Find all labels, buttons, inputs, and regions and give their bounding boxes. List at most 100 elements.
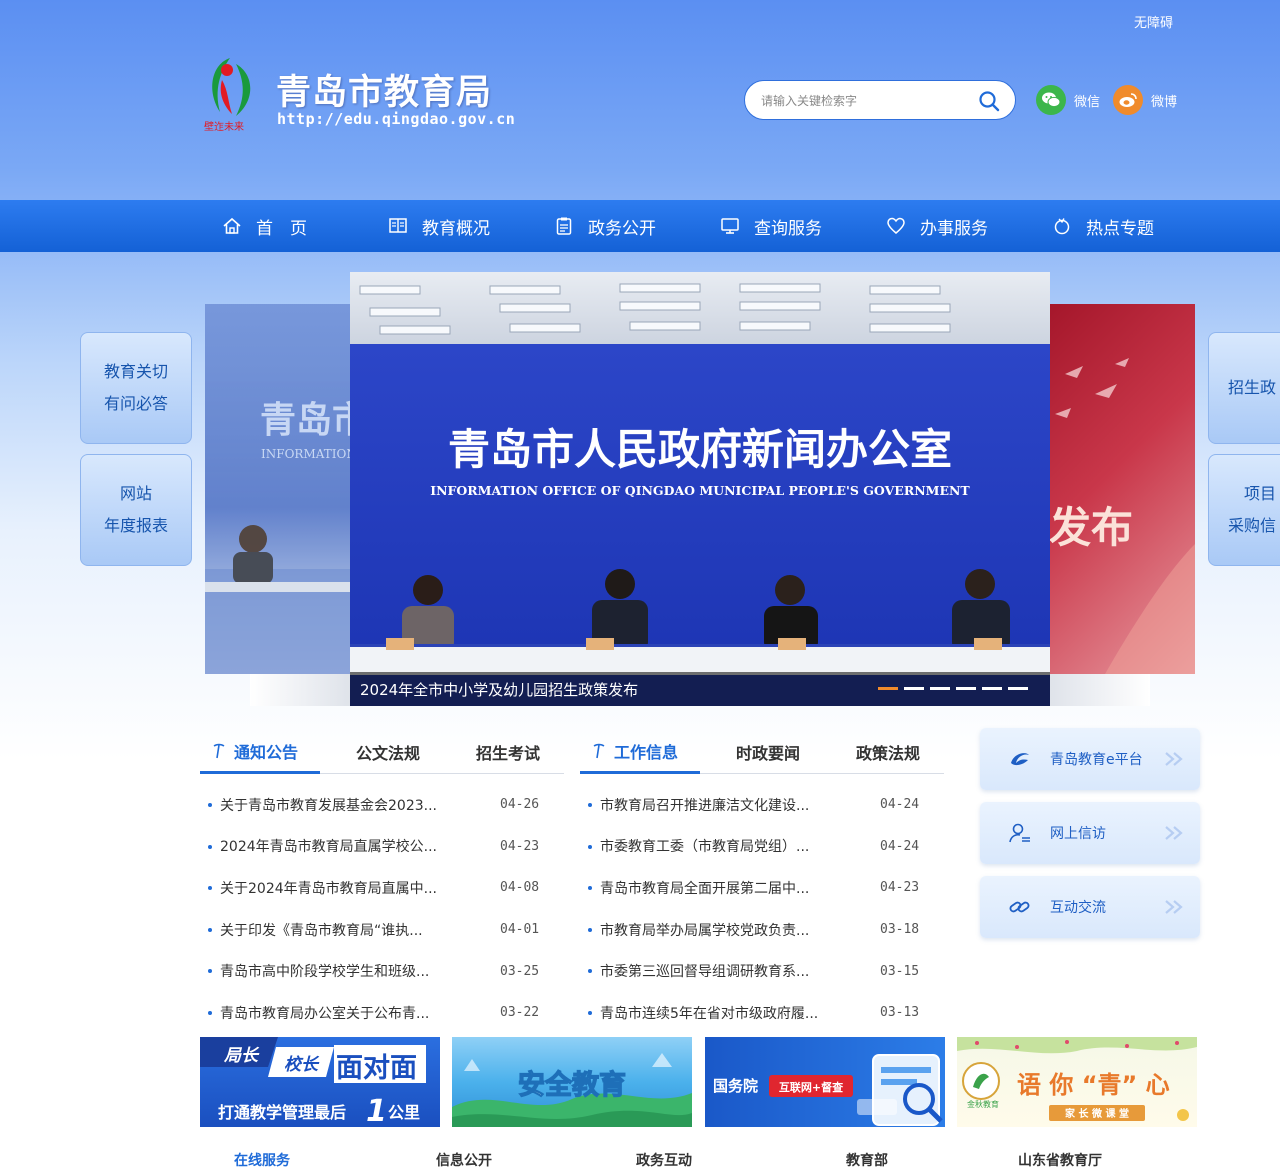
news-title[interactable]: 青岛市教育局办公室关于公布青... [220,1003,456,1023]
news-title[interactable]: 青岛市高中阶段学校学生和班级... [220,961,456,981]
news-title[interactable]: 关于青岛市教育发展基金会2023... [220,795,456,815]
list-item[interactable]: 2024年青岛市教育局直属学校公... 04-23 [200,826,540,868]
svg-text:国务院: 国务院 [713,1077,758,1095]
weibo-icon [1113,85,1143,115]
bottom-tab-online-service[interactable]: 在线服务 [212,1150,290,1167]
news-title[interactable]: 2024年青岛市教育局直属学校公... [220,836,456,856]
news-tabs-left: 通知公告 公文法规 招生考试 [200,730,564,774]
bottom-tab-ministry[interactable]: 教育部 [846,1150,888,1167]
news-title[interactable]: 关于印发《青岛市教育局“谁执... [220,920,456,940]
tab-documents[interactable]: 公文法规 [356,730,420,773]
pin-icon [593,743,605,758]
double-chevron-right-icon [1165,900,1183,914]
e-platform-icon [1011,753,1029,766]
wechat-label: 微信 [1074,94,1101,110]
news-title[interactable]: 市委教育工委（市教育局党组）... [600,836,836,856]
list-item[interactable]: 青岛市教育局全面开展第二届中... 04-23 [580,867,920,909]
nav-item-service[interactable]: 办事服务 [886,200,988,252]
heart-icon [887,217,905,234]
news-date: 04-08 [500,880,540,896]
slide-dot[interactable] [1008,687,1028,690]
slide-preview-left[interactable]: 青岛市 INFORMATION [205,304,368,674]
svg-text:校长: 校长 [284,1055,320,1075]
bureau-emblem-icon: 壁迮未来 [204,58,251,133]
bottom-tab-gov-interaction[interactable]: 政务互动 [636,1150,692,1167]
list-item[interactable]: 关于印发《青岛市教育局“谁执... 04-01 [200,909,540,951]
slide-dot[interactable] [930,687,950,690]
weibo-link[interactable]: 微博 [1113,84,1177,116]
news-date: 04-23 [500,838,540,854]
list-item[interactable]: 市委教育工委（市教育局党组）... 04-24 [580,826,920,868]
news-title[interactable]: 市教育局召开推进廉洁文化建设... [600,795,836,815]
bottom-tab-info-disclosure[interactable]: 信息公开 [436,1150,492,1167]
svg-text:家 长 微 课 堂: 家 长 微 课 堂 [1065,1107,1129,1120]
slide-dot[interactable] [982,687,1002,690]
slide-dot[interactable] [904,687,924,690]
side-button-education-qa[interactable]: 教育关切 有问必答 [80,332,192,444]
banner-parent-micro-class[interactable]: 金秋教育 语 你 “青” 心 家 长 微 课 堂 [957,1037,1197,1127]
svg-text:发布: 发布 [1049,503,1133,552]
slide-dot[interactable] [956,687,976,690]
svg-text:打通教学管理最后: 打通教学管理最后 [218,1103,346,1122]
svg-text:1: 1 [366,1094,387,1127]
side-label-line2: 有问必答 [103,394,168,413]
tab-notices[interactable]: 通知公告 [200,730,320,774]
hero-slide[interactable]: 青岛市人民政府新闻办公室 INFORMATION OFFICE OF QINGD… [350,272,1050,706]
slide-caption[interactable]: 2024年全市中小学及幼儿园招生政策发布 [360,679,638,700]
svg-text:语 你 “青” 心: 语 你 “青” 心 [1017,1071,1170,1099]
tab-label: 工作信息 [614,742,679,762]
platform-interaction-button[interactable]: 互动交流 [980,876,1200,938]
list-item[interactable]: 青岛市连续5年在省对市级政府履... 03-13 [580,992,920,1034]
tab-work-info[interactable]: 工作信息 [580,730,700,774]
platform-e-platform-button[interactable]: 青岛教育e平台 [980,728,1200,790]
list-item[interactable]: 市教育局举办局属学校党政负责... 03-18 [580,909,920,951]
banner-safety-education[interactable]: 安全教育 [452,1037,692,1127]
banner-director-face-to-face[interactable]: 局长 校长 面对面 打通教学管理最后 1 公里 [200,1037,440,1127]
news-title[interactable]: 市委第三巡回督导组调研教育系... [600,961,836,981]
tab-enrollment-exams[interactable]: 招生考试 [476,730,540,773]
nav-item-overview[interactable]: 教育概况 [388,200,490,252]
tab-policies[interactable]: 政策法规 [856,730,920,773]
list-item[interactable]: 市委第三巡回督导组调研教育系... 03-15 [580,950,920,992]
list-item[interactable]: 关于2024年青岛市教育局直属中... 04-08 [200,867,540,909]
platform-petition-button[interactable]: 网上信访 [980,802,1200,864]
news-title[interactable]: 青岛市教育局全面开展第二届中... [600,878,836,898]
list-item[interactable]: 青岛市高中阶段学校学生和班级... 03-25 [200,950,540,992]
svg-text:壁迮未来: 壁迮未来 [204,120,244,133]
flame-icon [1054,218,1070,235]
slide-dot[interactable] [878,687,898,690]
nav-label-hot-topics: 热点专题 [1086,218,1154,239]
nav-item-query[interactable]: 查询服务 [720,200,822,252]
search-input[interactable] [761,91,971,111]
side-button-enrollment-policy[interactable]: 招生政 [1208,332,1280,444]
tab-political-news[interactable]: 时政要闻 [736,730,800,773]
list-item[interactable]: 关于青岛市教育发展基金会2023... 04-26 [200,784,540,826]
bottom-tab-shandong-dept[interactable]: 山东省教育厅 [1018,1150,1102,1167]
nav-label-query: 查询服务 [754,218,822,239]
bullet [208,969,212,974]
news-tabs-right: 工作信息 时政要闻 政策法规 [580,730,944,774]
bullet [588,844,592,849]
wechat-link[interactable]: 微信 [1036,84,1100,116]
banner-state-council-supervision[interactable]: 国务院 互联网+督查 [705,1037,945,1127]
news-title[interactable]: 市教育局举办局属学校党政负责... [600,920,836,940]
nav-item-gov-affairs[interactable]: 政务公开 [554,200,656,252]
side-button-procurement[interactable]: 项目 采购信 [1208,454,1280,566]
side-label-line2: 年度报表 [103,516,168,535]
nav-item-hot-topics[interactable]: 热点专题 [1052,200,1154,252]
bullet [588,1010,592,1015]
site-title[interactable]: 青岛市教育局 [276,64,492,115]
tab-label: 时政要闻 [736,743,801,763]
news-title[interactable]: 青岛市连续5年在省对市级政府履... [600,1003,836,1023]
list-item[interactable]: 市教育局召开推进廉洁文化建设... 04-24 [580,784,920,826]
slide-preview-right[interactable]: 发布 [1045,304,1195,674]
search-icon[interactable] [977,89,1001,113]
news-title[interactable]: 关于2024年青岛市教育局直属中... [220,878,456,898]
accessibility-link[interactable]: 无障碍 [1134,12,1173,31]
home-icon [223,217,241,234]
side-button-annual-report[interactable]: 网站 年度报表 [80,454,192,566]
tab-label: 政务互动 [636,1153,692,1167]
list-item[interactable]: 青岛市教育局办公室关于公布青... 03-22 [200,992,540,1034]
nav-item-home[interactable]: 首 页 [222,200,307,252]
press-conference-image: 青岛市人民政府新闻办公室 INFORMATION OFFICE OF QINGD… [350,272,1050,706]
